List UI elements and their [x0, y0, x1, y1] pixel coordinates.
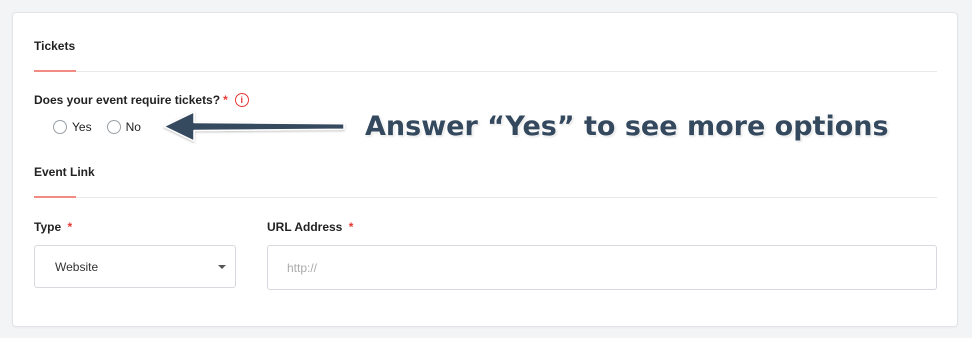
- url-address-input[interactable]: [267, 245, 937, 290]
- radio-option-yes[interactable]: Yes: [53, 120, 92, 134]
- required-asterisk: *: [223, 93, 228, 107]
- event-link-section-title: Event Link: [34, 165, 95, 179]
- type-label-text: Type: [34, 220, 62, 234]
- tickets-accent-underline: [34, 70, 76, 72]
- tickets-radio-group: Yes No: [53, 120, 156, 134]
- type-select-value: Website: [55, 260, 99, 274]
- event-link-accent-underline: [34, 196, 76, 198]
- required-asterisk: *: [348, 220, 354, 234]
- annotation-arrow-icon: [163, 111, 345, 142]
- caret-down-icon: [218, 265, 226, 269]
- type-select[interactable]: Website: [34, 245, 236, 288]
- event-form-card: Tickets Does your event require tickets?…: [12, 12, 958, 327]
- event-link-divider: [34, 197, 937, 198]
- radio-button-yes[interactable]: [53, 120, 67, 134]
- required-asterisk: *: [67, 220, 73, 234]
- annotation-callout-text: Answer “Yes” to see more options: [365, 111, 889, 142]
- url-label-text: URL Address: [267, 220, 343, 234]
- type-field-label: Type *: [34, 220, 72, 234]
- radio-button-no[interactable]: [106, 120, 121, 134]
- tickets-section-title: Tickets: [34, 39, 76, 53]
- info-circle-icon[interactable]: i: [234, 93, 249, 107]
- radio-label-no: No: [125, 120, 141, 134]
- radio-option-no[interactable]: No: [106, 120, 141, 134]
- url-field-label: URL Address *: [267, 220, 353, 234]
- tickets-question: Does your event require tickets? * i: [34, 93, 249, 107]
- tickets-question-label: Does your event require tickets?: [34, 93, 221, 107]
- radio-label-yes: Yes: [72, 120, 92, 134]
- tickets-divider: [34, 71, 937, 72]
